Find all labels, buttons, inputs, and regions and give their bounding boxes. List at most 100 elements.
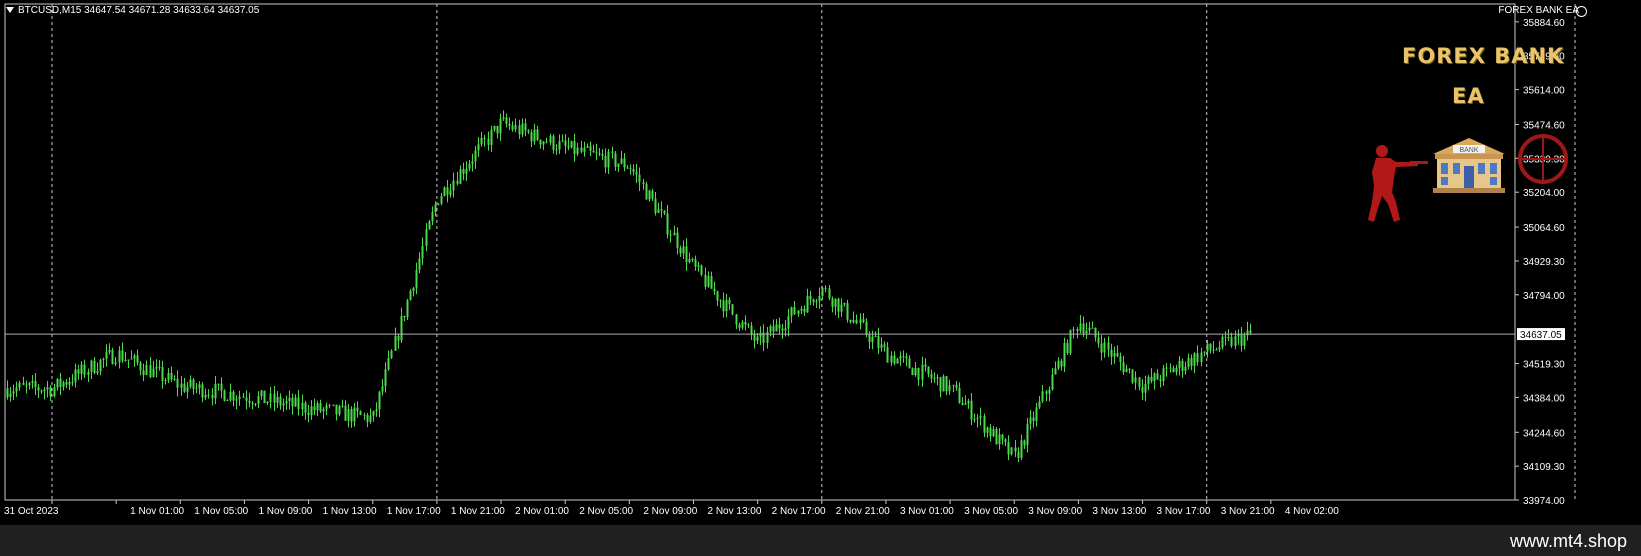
- candle-body: [545, 141, 548, 143]
- candle-body: [877, 336, 880, 349]
- price-tick-label: 35474.60: [1523, 120, 1565, 131]
- candle-body: [195, 387, 198, 389]
- candle-body: [790, 307, 793, 317]
- candle-body: [118, 350, 121, 363]
- candle-body: [22, 382, 25, 385]
- candle-body: [25, 384, 28, 386]
- candle-body: [269, 393, 272, 402]
- candle-body: [204, 395, 207, 398]
- candle-body: [1085, 330, 1088, 334]
- candle-body: [555, 149, 558, 151]
- symbol-quote: BTCUSD,M15 34647.54 34671.28 34633.64 34…: [18, 5, 260, 16]
- candle-body: [1209, 343, 1212, 350]
- candle-body: [421, 245, 424, 259]
- candle-body: [797, 310, 800, 315]
- symbol-header[interactable]: BTCUSD,M15 34647.54 34671.28 34633.64 34…: [6, 5, 259, 16]
- candle-body: [855, 320, 858, 324]
- candle-body: [716, 291, 719, 301]
- candle-body: [663, 210, 666, 214]
- candle-body: [1162, 368, 1165, 381]
- candle-body: [121, 350, 124, 361]
- candle-body: [307, 412, 310, 416]
- candle-body: [167, 372, 170, 380]
- candle-body: [477, 144, 480, 151]
- candle-body: [691, 258, 694, 260]
- candle-body: [502, 117, 505, 120]
- candle-body: [71, 382, 74, 384]
- candle-body: [533, 129, 536, 142]
- soldier-icon: [1368, 145, 1428, 222]
- candle-body: [173, 378, 176, 380]
- candle-body: [896, 358, 899, 364]
- expert-advisor-label[interactable]: FOREX BANK EA: [1498, 5, 1579, 16]
- candle-body: [428, 221, 431, 230]
- candle-body: [490, 129, 493, 145]
- candle-body: [170, 372, 173, 380]
- time-tick-label: 2 Nov 09:00: [643, 506, 697, 517]
- candle-body: [325, 405, 328, 410]
- dropdown-triangle-icon[interactable]: [6, 7, 14, 14]
- candle-body: [1051, 374, 1054, 390]
- candle-body: [945, 376, 948, 392]
- candle-body: [496, 125, 499, 134]
- candle-body: [1026, 423, 1029, 446]
- time-tick-label: 4 Nov 02:00: [1285, 506, 1339, 517]
- candle-body: [1230, 336, 1233, 346]
- candle-body: [304, 402, 307, 413]
- candle-body: [1141, 386, 1144, 393]
- candle-body: [1103, 342, 1106, 353]
- candle-body: [9, 393, 12, 398]
- candle-body: [1144, 383, 1147, 393]
- candle-body: [62, 382, 65, 387]
- candle-body: [31, 380, 34, 384]
- candle-body: [518, 125, 521, 135]
- candle-body: [369, 415, 372, 422]
- candle-body: [567, 145, 570, 148]
- chart-window[interactable]: 31 Oct 2023 1 Nov 01:00 1 Nov 05:00 1 Nov 0…: [0, 0, 1641, 525]
- candle-body: [276, 396, 279, 403]
- candlestick-chart[interactable]: 31 Oct 2023 1 Nov 01:00 1 Nov 05:00 1 Nov 0…: [0, 0, 1641, 525]
- candle-body: [474, 150, 477, 162]
- price-tick-label: 34929.30: [1523, 257, 1565, 268]
- candle-body: [211, 394, 214, 399]
- price-tick-label: 35204.00: [1523, 188, 1565, 199]
- candle-body: [111, 349, 114, 364]
- candle-body: [905, 356, 908, 359]
- time-tick-label: 31 Oct 2023: [4, 506, 59, 517]
- candle-body: [629, 168, 632, 170]
- candle-body: [452, 180, 455, 191]
- candle-body: [1032, 417, 1035, 421]
- candle-body: [344, 405, 347, 421]
- candle-body: [908, 358, 911, 369]
- candle-body: [480, 137, 483, 145]
- candle-body: [1119, 356, 1122, 363]
- candle-body: [1178, 360, 1181, 368]
- candle-body: [952, 384, 955, 386]
- smiley-icon[interactable]: [1576, 6, 1587, 17]
- candle-body: [1181, 360, 1184, 371]
- candle-body: [1131, 369, 1134, 383]
- candle-body: [939, 377, 942, 392]
- candle-body: [1150, 376, 1153, 382]
- candle-body: [617, 163, 620, 167]
- candle-body: [598, 152, 601, 155]
- candle-body: [1203, 351, 1206, 353]
- candle-body: [704, 274, 707, 287]
- candle-body: [942, 376, 945, 392]
- candle-body: [561, 140, 564, 142]
- candle-body: [893, 355, 896, 364]
- candle-body: [198, 384, 201, 388]
- candle-body: [263, 390, 266, 404]
- candle-body: [800, 308, 803, 311]
- candle-body: [105, 352, 108, 359]
- candle-body: [806, 295, 809, 313]
- candle-body: [279, 396, 282, 406]
- candle-body: [1187, 357, 1190, 367]
- candle-body: [214, 383, 217, 399]
- candle-body: [133, 355, 136, 359]
- candle-body: [1218, 347, 1221, 350]
- candle-body: [1072, 329, 1075, 331]
- candle-body: [632, 169, 635, 172]
- time-tick-label: 2 Nov 13:00: [708, 506, 762, 517]
- candle-body: [65, 382, 68, 385]
